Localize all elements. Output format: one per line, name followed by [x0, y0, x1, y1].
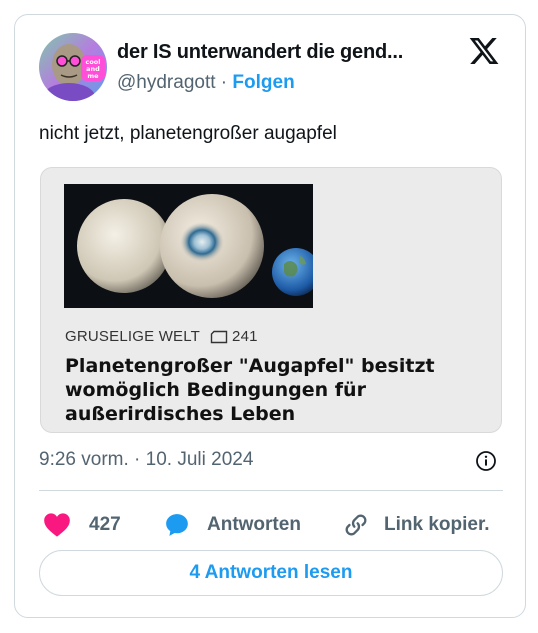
- reply-button[interactable]: Antworten: [163, 507, 301, 543]
- like-button[interactable]: 427: [43, 507, 121, 543]
- separator-dot: ·: [220, 72, 228, 93]
- tweet-timestamp[interactable]: 9:26 vorm. · 10. Juli 2024: [39, 449, 253, 471]
- divider: [39, 490, 503, 491]
- link-preview-image: [64, 184, 313, 308]
- copy-link-button[interactable]: Link kopier.: [342, 507, 490, 543]
- author-display-name[interactable]: der IS unterwandert die gend...: [117, 41, 403, 64]
- x-logo-icon[interactable]: [467, 35, 501, 67]
- link-preview-card[interactable]: GRUSELIGE WELT 241 Planetengroßer "Augap…: [40, 167, 502, 433]
- copy-link-label: Link kopier.: [384, 514, 490, 535]
- link-comment-count: 241: [232, 328, 258, 345]
- link-headline[interactable]: Planetengroßer "Augapfel" besitzt womögl…: [65, 354, 485, 426]
- comment-icon: [210, 330, 228, 343]
- link-meta: GRUSELIGE WELT 241: [65, 328, 258, 345]
- read-replies-button[interactable]: 4 Antworten lesen: [39, 550, 503, 596]
- reply-label: Antworten: [207, 514, 301, 535]
- tweet-actions: 427 Antworten Link kopier.: [39, 507, 509, 543]
- info-icon[interactable]: [475, 450, 497, 472]
- avatar-image: cool and me: [39, 33, 107, 101]
- embedded-tweet-card: cool and me der IS unterwandert die gend…: [14, 14, 526, 618]
- heart-icon: [44, 513, 70, 537]
- follow-button[interactable]: Folgen: [232, 72, 294, 93]
- author-handle-row: @hydragott · Folgen: [117, 72, 295, 94]
- reply-bubble-icon: [166, 514, 188, 536]
- author-handle[interactable]: @hydragott: [117, 72, 216, 93]
- link-section: GRUSELIGE WELT: [65, 328, 201, 345]
- link-icon: [345, 514, 367, 536]
- tweet-text: nicht jetzt, planetengroßer augapfel: [39, 123, 337, 144]
- avatar-word-3: me: [87, 72, 99, 80]
- like-count: 427: [89, 514, 121, 535]
- avatar[interactable]: cool and me: [39, 33, 107, 101]
